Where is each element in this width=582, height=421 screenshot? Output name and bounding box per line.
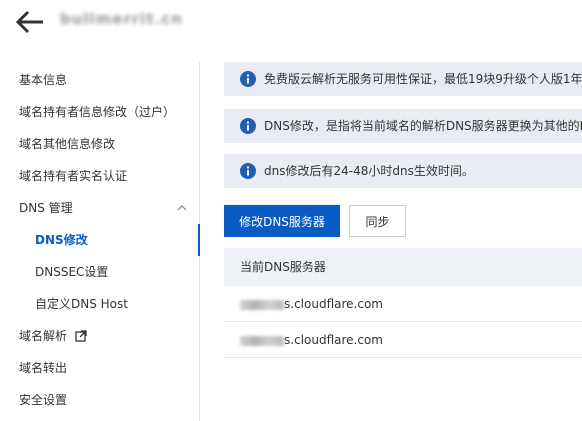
sidebar-item-label: 域名解析 (19, 329, 68, 343)
notice-text: dns修改后有24-48小时dns生效时间。 (264, 164, 474, 178)
info-icon (240, 118, 256, 134)
table-row: s.cloudflare.com (224, 286, 582, 322)
sidebar-item-label: 安全设置 (19, 393, 68, 407)
sidebar-item-basic-info[interactable]: 基本信息 (0, 64, 199, 96)
redacted-nameserver-prefix (240, 299, 284, 310)
sidebar-group-dns-management[interactable]: DNS 管理 (0, 192, 199, 224)
page-header: bullmerrit.cn (0, 0, 582, 52)
sidebar-item-label: 域名持有者信息修改（过户） (19, 105, 176, 119)
sidebar-item-real-name-auth[interactable]: 域名持有者实名认证 (0, 160, 199, 192)
table-header: 当前DNS服务器 (224, 248, 582, 286)
sidebar-item-label: 域名其他信息修改 (19, 137, 116, 151)
sidebar-item-label: 基本信息 (19, 73, 68, 87)
sidebar: 基本信息 域名持有者信息修改（过户） 域名其他信息修改 域名持有者实名认证 DN… (0, 62, 200, 421)
sidebar-item-label: DNS 管理 (19, 201, 73, 215)
sidebar-item-label: 域名转出 (19, 361, 68, 375)
sidebar-item-owner-transfer[interactable]: 域名持有者信息修改（过户） (0, 96, 199, 128)
sidebar-item-label: 域名持有者实名认证 (19, 169, 128, 183)
sidebar-item-security[interactable]: 安全设置 (0, 384, 199, 416)
redacted-nameserver-prefix (240, 335, 284, 346)
sidebar-item-transfer-out[interactable]: 域名转出 (0, 352, 199, 384)
sidebar-item-custom-dns-host[interactable]: 自定义DNS Host (0, 288, 199, 320)
sidebar-item-dns-modify[interactable]: DNS修改 (0, 224, 200, 256)
nameserver-suffix: s.cloudflare.com (284, 297, 383, 311)
sync-button[interactable]: 同步 (349, 205, 406, 237)
external-link-icon (75, 322, 87, 354)
notice-text: DNS修改，是指将当前域名的解析DNS服务器更换为其他的D (264, 119, 582, 133)
table-row: s.cloudflare.com (224, 322, 582, 358)
back-button[interactable] (14, 7, 48, 37)
modify-dns-button[interactable]: 修改DNS服务器 (224, 205, 340, 237)
sidebar-item-label: DNSSEC设置 (35, 265, 109, 279)
sidebar-item-other-info[interactable]: 域名其他信息修改 (0, 128, 199, 160)
domain-title: bullmerrit.cn (60, 10, 183, 28)
arrow-left-icon (15, 10, 43, 34)
sidebar-item-domain-resolution[interactable]: 域名解析 (0, 320, 199, 352)
notice-free-plan: 免费版云解析无服务可用性保证，最低19块9升级个人版1年， (224, 62, 582, 96)
info-icon (240, 163, 256, 179)
notice-dns-explain: DNS修改，是指将当前域名的解析DNS服务器更换为其他的D (224, 109, 582, 143)
sidebar-item-dnssec[interactable]: DNSSEC设置 (0, 256, 199, 288)
nameserver-suffix: s.cloudflare.com (284, 333, 383, 347)
sidebar-item-label: 自定义DNS Host (35, 297, 128, 311)
notice-propagation-time: dns修改后有24-48小时dns生效时间。 (224, 154, 582, 188)
info-icon (240, 71, 256, 87)
notice-text: 免费版云解析无服务可用性保证，最低19块9升级个人版1年， (264, 72, 582, 86)
sidebar-item-label: DNS修改 (35, 233, 88, 247)
